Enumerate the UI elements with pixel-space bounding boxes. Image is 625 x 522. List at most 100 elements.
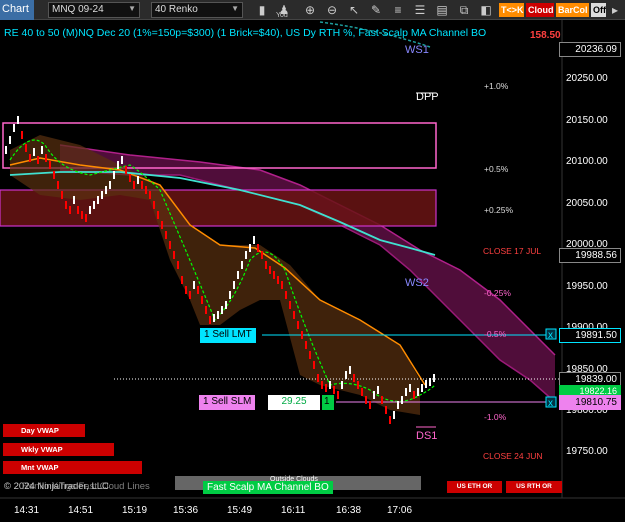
renko-brick xyxy=(309,351,311,359)
renko-brick xyxy=(177,261,179,269)
renko-brick xyxy=(69,206,71,214)
day-vwap-button[interactable]: Day VWAP xyxy=(3,424,85,437)
renko-brick xyxy=(393,411,395,419)
renko-brick xyxy=(97,196,99,204)
renko-brick xyxy=(113,171,115,179)
level-plus-025: +0.25% xyxy=(484,205,514,215)
renko-brick xyxy=(333,386,335,394)
renko-brick xyxy=(13,124,15,132)
renko-brick xyxy=(9,136,11,144)
renko-brick xyxy=(273,271,275,279)
renko-brick xyxy=(321,381,323,389)
us-rth-or-button[interactable]: US RTH OR xyxy=(506,481,562,493)
renko-brick xyxy=(349,366,351,374)
renko-brick xyxy=(141,181,143,189)
ws2-label: WS2 xyxy=(405,277,429,289)
renko-brick xyxy=(433,374,435,382)
renko-brick xyxy=(201,296,203,304)
title-price-value: 158.50 xyxy=(530,30,561,41)
renko-brick xyxy=(25,144,27,152)
renko-brick xyxy=(205,306,207,314)
renko-brick xyxy=(105,186,107,194)
renko-brick xyxy=(377,386,379,394)
renko-brick xyxy=(53,171,55,179)
sell-slm-order-button[interactable]: 1 Sell SLM xyxy=(199,395,256,410)
renko-brick xyxy=(373,391,375,399)
price-tick: 20250.00 xyxy=(566,73,608,84)
renko-brick xyxy=(93,201,95,209)
sell-lmt-price-label[interactable]: 19891.50 xyxy=(559,328,621,343)
slm-price-field[interactable]: 29.25 xyxy=(268,395,320,410)
renko-brick xyxy=(229,291,231,299)
renko-brick xyxy=(189,291,191,299)
renko-brick xyxy=(109,181,111,189)
renko-brick xyxy=(209,316,211,324)
renko-brick xyxy=(245,251,247,259)
renko-brick xyxy=(281,281,283,289)
renko-brick xyxy=(305,341,307,349)
renko-brick xyxy=(193,281,195,289)
monthly-vwap-button[interactable]: Mnt VWAP xyxy=(3,461,142,474)
sell-lmt-order-button[interactable]: 1 Sell LMT xyxy=(200,328,256,343)
renko-brick xyxy=(265,261,267,269)
renko-brick xyxy=(49,161,51,169)
renko-brick xyxy=(369,401,371,409)
price-tick: 20100.00 xyxy=(566,156,608,167)
renko-brick xyxy=(165,231,167,239)
renko-brick xyxy=(237,271,239,279)
time-tick: 16:38 xyxy=(336,505,362,516)
time-tick: 15:49 xyxy=(227,505,253,516)
renko-brick xyxy=(297,321,299,329)
renko-brick xyxy=(413,391,415,399)
renko-brick xyxy=(409,384,411,392)
strategy-label[interactable]: Fast Scalp MA Channel BO xyxy=(203,481,333,494)
renko-brick xyxy=(153,201,155,209)
renko-brick xyxy=(285,291,287,299)
renko-brick xyxy=(417,388,419,396)
price-tick: 19950.00 xyxy=(566,281,608,292)
renko-brick xyxy=(293,311,295,319)
time-tick: 17:06 xyxy=(387,505,413,516)
ds1-label: DS1 xyxy=(416,430,438,442)
time-tick: 14:51 xyxy=(68,505,94,516)
renko-brick xyxy=(365,396,367,404)
renko-brick xyxy=(17,116,19,124)
renko-brick xyxy=(73,196,75,204)
renko-brick xyxy=(221,306,223,314)
price-tick: 19750.00 xyxy=(566,446,608,457)
renko-brick xyxy=(257,244,259,252)
renko-brick xyxy=(157,211,159,219)
time-tick: 16:11 xyxy=(281,505,306,516)
renko-brick xyxy=(161,221,163,229)
slm-qty-field[interactable]: 1 xyxy=(322,395,334,410)
renko-brick xyxy=(341,381,343,389)
renko-brick xyxy=(213,314,215,322)
chart-title: RE 40 to 50 (M)NQ Dec 20 (1%=150p=$300) … xyxy=(4,27,487,39)
renko-brick xyxy=(29,154,31,162)
us-eth-or-button[interactable]: US ETH OR xyxy=(447,481,502,493)
time-tick: 14:31 xyxy=(14,505,40,516)
renko-brick xyxy=(101,191,103,199)
renko-brick xyxy=(345,371,347,379)
renko-brick xyxy=(381,396,383,404)
weekly-vwap-button[interactable]: Wkly VWAP xyxy=(3,443,114,456)
renko-brick xyxy=(65,201,67,209)
renko-brick xyxy=(169,241,171,249)
time-tick: 15:36 xyxy=(173,505,199,516)
renko-brick xyxy=(361,388,363,396)
renko-brick xyxy=(337,391,339,399)
close-17-jul-label: CLOSE 17 JUL xyxy=(483,246,542,256)
renko-brick xyxy=(137,176,139,184)
price-label: 20236.09 xyxy=(559,42,621,57)
renko-brick xyxy=(241,261,243,269)
time-tick: 15:19 xyxy=(122,505,148,516)
svg-text:x: x xyxy=(548,330,553,341)
level-plus-05: +0.5% xyxy=(484,164,509,174)
renko-brick xyxy=(269,266,271,274)
dpp-label: DPP xyxy=(416,91,439,103)
sell-slm-price-label[interactable]: 19810.75 xyxy=(559,395,621,410)
renko-brick xyxy=(249,244,251,252)
renko-brick xyxy=(145,186,147,194)
renko-brick xyxy=(85,214,87,222)
renko-brick xyxy=(37,156,39,164)
